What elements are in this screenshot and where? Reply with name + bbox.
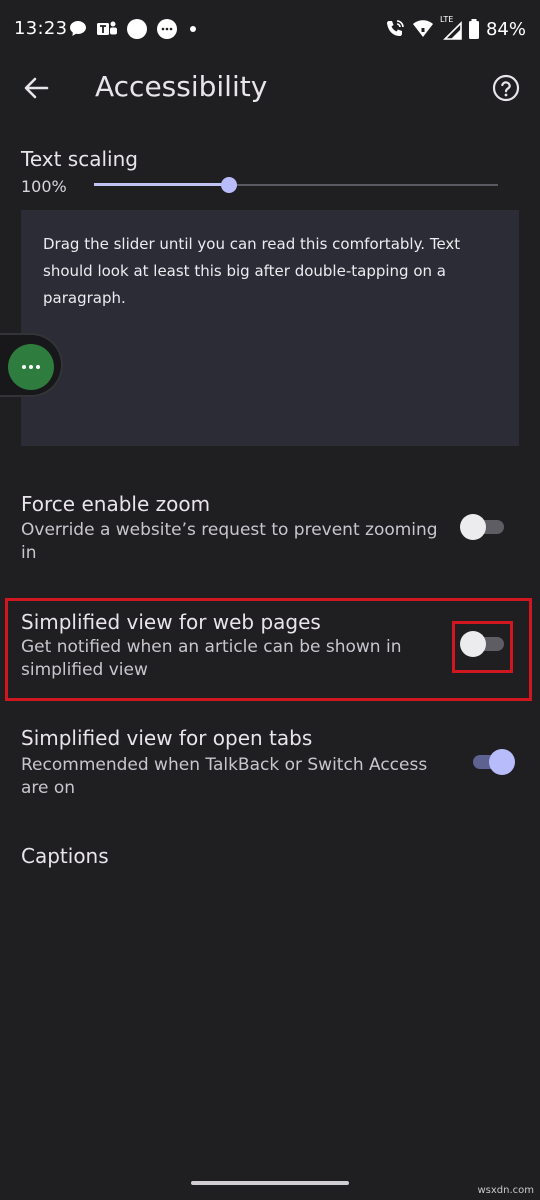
chat-bubble-icon	[70, 21, 86, 36]
simplified-tabs-toggle[interactable]	[471, 749, 517, 775]
signal-icon	[443, 21, 462, 40]
slider-thumb[interactable]	[221, 177, 238, 193]
wifi-calling-icon	[386, 20, 404, 36]
more-dots-icon	[8, 344, 54, 390]
text-scaling-slider[interactable]	[94, 176, 498, 194]
notification-icons	[68, 18, 200, 40]
setting-title: Force enable zoom	[21, 492, 211, 516]
dot-icon	[190, 26, 196, 32]
status-time: 13:23	[14, 18, 68, 39]
setting-simplified-view-open-tabs[interactable]: Simplified view for open tabs Recommende…	[0, 714, 540, 814]
watermark-text: wsxdn.com	[477, 1185, 534, 1196]
text-scaling-value: 100%	[21, 177, 67, 196]
captions-item[interactable]: Captions	[21, 844, 109, 868]
app-bar: Accessibility	[0, 58, 540, 118]
wifi-icon	[412, 20, 433, 37]
floating-chat-bubble[interactable]	[0, 333, 63, 397]
battery-icon	[468, 19, 479, 39]
text-preview-sample: Drag the slider until you can read this …	[43, 235, 461, 307]
messages-icon	[157, 19, 177, 39]
help-circle-icon	[492, 74, 520, 102]
page-title: Accessibility	[95, 70, 268, 103]
arrow-back-icon	[24, 77, 49, 99]
system-icons: LTE 84%	[384, 15, 526, 42]
setting-force-enable-zoom[interactable]: Force enable zoom Override a website’s r…	[0, 478, 540, 578]
setting-description: Recommended when TalkBack or Switch Acce…	[21, 755, 428, 798]
toggle-thumb	[460, 514, 486, 540]
back-button[interactable]	[18, 70, 54, 106]
setting-description: Override a website’s request to prevent …	[21, 520, 438, 563]
setting-title: Simplified view for open tabs	[21, 726, 313, 750]
text-preview-box: Drag the slider until you can read this …	[21, 210, 519, 446]
gesture-nav-handle[interactable]	[191, 1181, 349, 1185]
force-zoom-toggle[interactable]	[460, 514, 506, 540]
help-button[interactable]	[488, 70, 524, 106]
toggle-thumb	[489, 749, 515, 775]
text-scaling-title: Text scaling	[21, 147, 138, 171]
status-bar: 13:23 LTE 84%	[0, 0, 540, 58]
teams-icon	[97, 21, 117, 35]
highlight-outline-toggle	[452, 621, 513, 673]
slider-fill	[94, 183, 230, 186]
lte-signal-group: LTE	[440, 15, 462, 40]
circle-app-icon	[127, 19, 147, 39]
battery-percentage: 84%	[485, 18, 526, 40]
